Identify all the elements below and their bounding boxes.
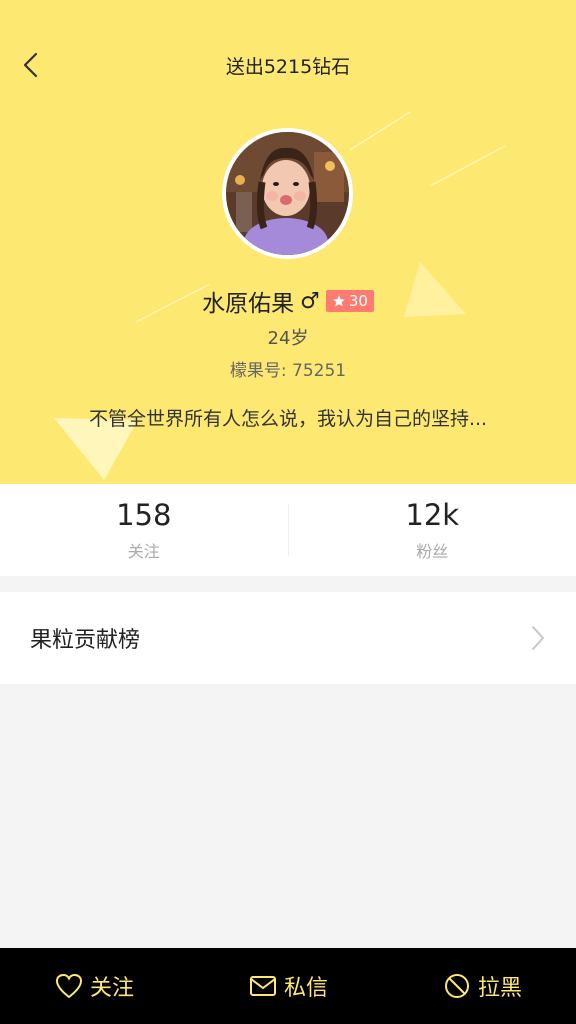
- avatar-image: [226, 132, 349, 255]
- message-button[interactable]: 私信: [248, 970, 328, 1002]
- user-age: 24岁: [267, 328, 309, 349]
- user-name: 水原佑果: [202, 291, 295, 317]
- block-button[interactable]: 拉黑: [442, 970, 522, 1002]
- fans-label: 粉丝: [416, 542, 449, 561]
- stats-panel: 158 关注 12k 粉丝: [0, 484, 576, 576]
- message-label: 私信: [283, 976, 328, 1001]
- mail-icon: [249, 976, 276, 996]
- block-icon: [444, 974, 469, 998]
- chevron-right-icon: [532, 626, 544, 650]
- page-title: 送出5215钻石: [225, 56, 351, 78]
- following-stat[interactable]: 158 关注: [0, 484, 288, 576]
- user-bio: 不管全世界所有人怎么说，我认为自己的坚持...: [88, 408, 488, 430]
- fans-count: 12k: [405, 498, 460, 532]
- fans-stat[interactable]: 12k 粉丝: [289, 484, 576, 576]
- level-badge: 30: [325, 290, 374, 312]
- user-id: 檬果号: 75251: [229, 361, 347, 381]
- following-label: 关注: [127, 542, 160, 561]
- heart-icon: [55, 973, 83, 999]
- follow-button[interactable]: 关注: [54, 970, 134, 1002]
- contribution-rank-row[interactable]: 果粒贡献榜: [0, 592, 576, 684]
- bottom-action-bar: 关注 私信 拉黑: [0, 948, 576, 1024]
- follow-label: 关注: [90, 976, 135, 1001]
- star-icon: [332, 295, 345, 307]
- block-label: 拉黑: [477, 976, 522, 1001]
- profile-header: 送出5215钻石 水原佑果 ♂ 30 24岁 檬果号: 75251 不管全世界所…: [0, 0, 576, 484]
- avatar[interactable]: [222, 128, 353, 259]
- level-value: 30: [348, 292, 368, 310]
- contribution-rank-label: 果粒贡献榜: [30, 628, 141, 653]
- name-row: 水原佑果 ♂ 30: [0, 284, 576, 318]
- male-icon: ♂: [300, 288, 320, 314]
- following-count: 158: [116, 498, 172, 532]
